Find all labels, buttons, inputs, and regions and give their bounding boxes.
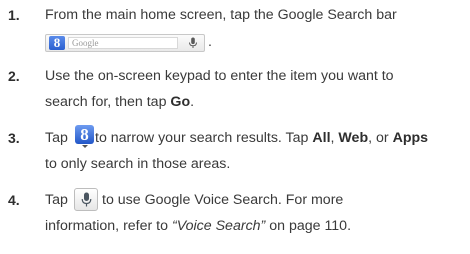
all-label: All: [312, 130, 331, 146]
step-number: 2.: [8, 68, 20, 84]
caret-down-icon: [82, 145, 88, 148]
microphone-icon: [81, 192, 92, 207]
step-3-tap: Tap: [45, 130, 68, 146]
microphone-icon[interactable]: [188, 37, 198, 49]
voice-search-button: [74, 188, 98, 211]
step-2-line-2: search for, then tap Go.: [45, 94, 194, 111]
web-label: Web: [338, 130, 369, 146]
text: .: [190, 94, 195, 110]
step-3-line-1: to narrow your search results. Tap All , …: [95, 130, 428, 147]
google-logo-icon: 8: [49, 36, 65, 50]
step-1-text: From the main home screen, tap the Googl…: [45, 7, 397, 23]
text: search for, then tap: [45, 94, 171, 110]
step-number: 3.: [8, 130, 20, 146]
period: .: [208, 34, 212, 50]
google-logo-icon: 8: [75, 125, 94, 144]
text: , or: [368, 130, 393, 146]
step-number: 1.: [8, 7, 20, 23]
go-key-label: Go: [170, 94, 191, 110]
google-search-icon: 8: [75, 125, 94, 148]
step-4-tap: Tap: [45, 192, 68, 208]
step-4-line-1: to use Google Voice Search. For more: [102, 192, 344, 208]
step-2-line-1: Use the on-screen keypad to enter the it…: [45, 68, 394, 84]
apps-label: Apps: [392, 130, 429, 146]
voice-search-reference: “Voice Search”: [171, 218, 266, 234]
step-number: 4.: [8, 192, 20, 208]
step-3-line-2: to only search in those areas.: [45, 156, 231, 172]
step-4-line-2: information, refer to “Voice Search” on …: [45, 218, 351, 235]
search-input[interactable]: Google: [68, 37, 178, 49]
text: on page 110.: [265, 218, 352, 234]
text: to narrow your search results. Tap: [95, 130, 313, 146]
text: information, refer to: [45, 218, 172, 234]
google-search-bar[interactable]: 8 Google: [45, 34, 205, 52]
